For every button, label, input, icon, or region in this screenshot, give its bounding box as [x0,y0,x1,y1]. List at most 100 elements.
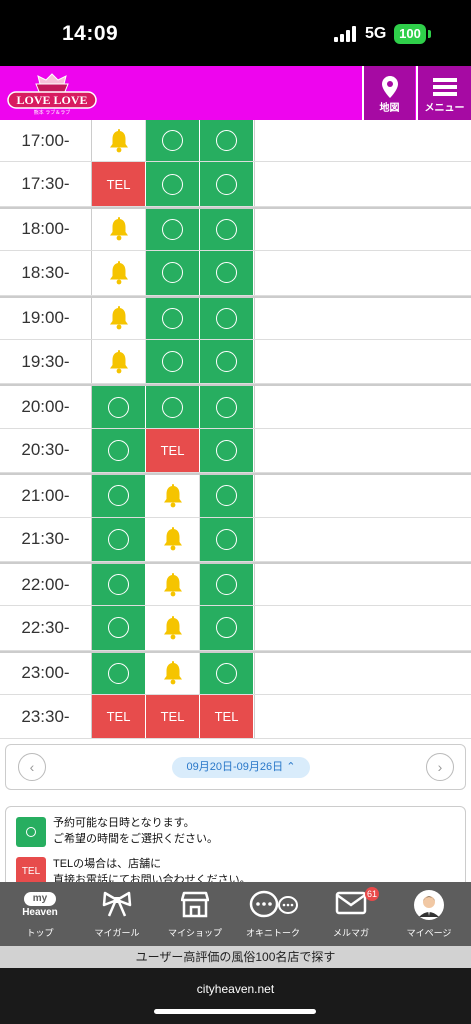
schedule-row: 23:30- TEL TEL TEL [0,695,471,740]
tel-slot[interactable]: TEL [146,695,200,739]
notify-slot[interactable] [146,475,200,517]
available-slot[interactable] [146,339,200,384]
mail-badge: 61 [365,887,379,901]
next-week-button[interactable]: › [426,753,454,781]
available-circle-icon [108,396,129,418]
available-slot[interactable] [200,386,254,428]
available-slot[interactable] [92,652,146,695]
available-slot[interactable] [200,475,254,517]
menu-label: メニュー [424,103,465,114]
available-slot[interactable] [200,428,254,473]
available-slot[interactable] [200,297,254,339]
shop-icon [181,891,209,918]
notify-slot[interactable] [146,563,200,606]
notify-slot[interactable] [146,606,200,650]
available-slot[interactable] [146,162,200,206]
schedule-row: 17:30- TEL [0,162,471,207]
schedule-row: 22:30- [0,606,471,651]
status-bar: 14:09 5G 100 [0,0,471,66]
nav-my-girl[interactable]: マイガール [82,882,152,946]
empty-column [254,162,471,206]
available-circle-icon [108,439,129,461]
nav-my-shop-label: マイショップ [167,928,222,938]
bell-icon [163,661,182,685]
available-slot[interactable] [146,251,200,295]
promo-banner[interactable]: ユーザー高評価の風俗100名店で探す [0,946,471,968]
time-slot-label: 19:30- [0,339,92,384]
empty-column [254,208,471,251]
time-slot-label: 19:00- [0,297,92,339]
bell-icon [109,349,128,374]
week-range-select[interactable]: 09月20日-09月26日 ⌃ [172,757,310,778]
time-slot-label: 21:00- [0,475,92,517]
map-button[interactable]: 地図 [362,66,415,120]
available-slot[interactable] [200,120,254,162]
nav-okini-talk[interactable]: オキニトーク [238,882,308,946]
notify-slot[interactable] [92,251,146,295]
nav-mail-magazine[interactable]: 61 メルマガ [316,882,386,946]
hamburger-icon [433,78,457,96]
notify-slot[interactable] [92,120,146,162]
available-slot[interactable] [146,120,200,162]
legend-box: 予約可能な日時となります。 ご希望の時間をご選択ください。 TEL TELの場合… [5,806,466,882]
available-circle-icon [216,396,237,418]
empty-column [254,695,471,739]
menu-button[interactable]: メニュー [416,66,471,120]
available-slot[interactable] [200,606,254,650]
bell-icon [109,306,128,330]
legend-available-line1: 予約可能な日時となります。 [53,817,195,829]
url-text[interactable]: cityheaven.net [0,982,471,996]
available-slot[interactable] [200,652,254,695]
available-slot[interactable] [146,386,200,428]
available-circle-icon [162,307,183,329]
schedule-row: 19:30- [0,339,471,385]
time-slot-label: 18:30- [0,251,92,295]
legend-available-line2: ご希望の時間をご選択ください。 [53,833,218,845]
mail-icon [335,891,367,915]
available-slot[interactable] [146,297,200,339]
nav-my-shop[interactable]: マイショップ [160,882,230,946]
empty-column [254,386,471,428]
available-slot[interactable] [92,606,146,650]
available-slot[interactable] [92,428,146,473]
available-slot[interactable] [200,251,254,295]
time-slot-label: 17:30- [0,162,92,206]
available-circle-icon [162,218,183,240]
legend-tel-line2: 直接お電話にてお問い合わせください。 [53,874,251,882]
shop-logo[interactable]: LOVE LOVE 熊本 ラブ＆ラブ [6,70,98,116]
available-slot[interactable] [92,386,146,428]
schedule-row: 21:30- [0,517,471,562]
tel-slot[interactable]: TEL [146,428,200,473]
prev-week-button[interactable]: ‹ [18,753,46,781]
nav-my-girl-label: マイガール [94,928,140,938]
available-slot[interactable] [146,208,200,251]
available-slot[interactable] [92,475,146,517]
empty-column [254,517,471,561]
available-slot[interactable] [200,339,254,384]
available-slot[interactable] [92,517,146,561]
available-slot[interactable] [200,208,254,251]
tel-slot[interactable]: TEL [92,695,146,739]
nav-top[interactable]: my Heaven トップ [5,882,75,946]
notify-slot[interactable] [146,517,200,561]
available-circle-icon [162,396,183,418]
available-slot[interactable] [200,563,254,606]
legend-tel-line1: TELの場合は、店舗に [53,858,162,870]
notify-slot[interactable] [92,297,146,339]
notify-slot[interactable] [92,339,146,384]
available-circle-icon [216,485,237,507]
tel-slot[interactable]: TEL [92,162,146,206]
empty-column [254,120,471,162]
empty-column [254,652,471,695]
available-slot[interactable] [92,563,146,606]
available-slot[interactable] [200,517,254,561]
notify-slot[interactable] [146,652,200,695]
available-slot[interactable] [200,162,254,206]
chat-icon [249,890,298,918]
schedule-row: 21:00- [0,473,471,518]
nav-my-page[interactable]: マイページ [394,882,464,946]
empty-column [254,339,471,384]
notify-slot[interactable] [92,208,146,251]
available-circle-icon [108,662,129,684]
tel-slot[interactable]: TEL [200,695,254,739]
